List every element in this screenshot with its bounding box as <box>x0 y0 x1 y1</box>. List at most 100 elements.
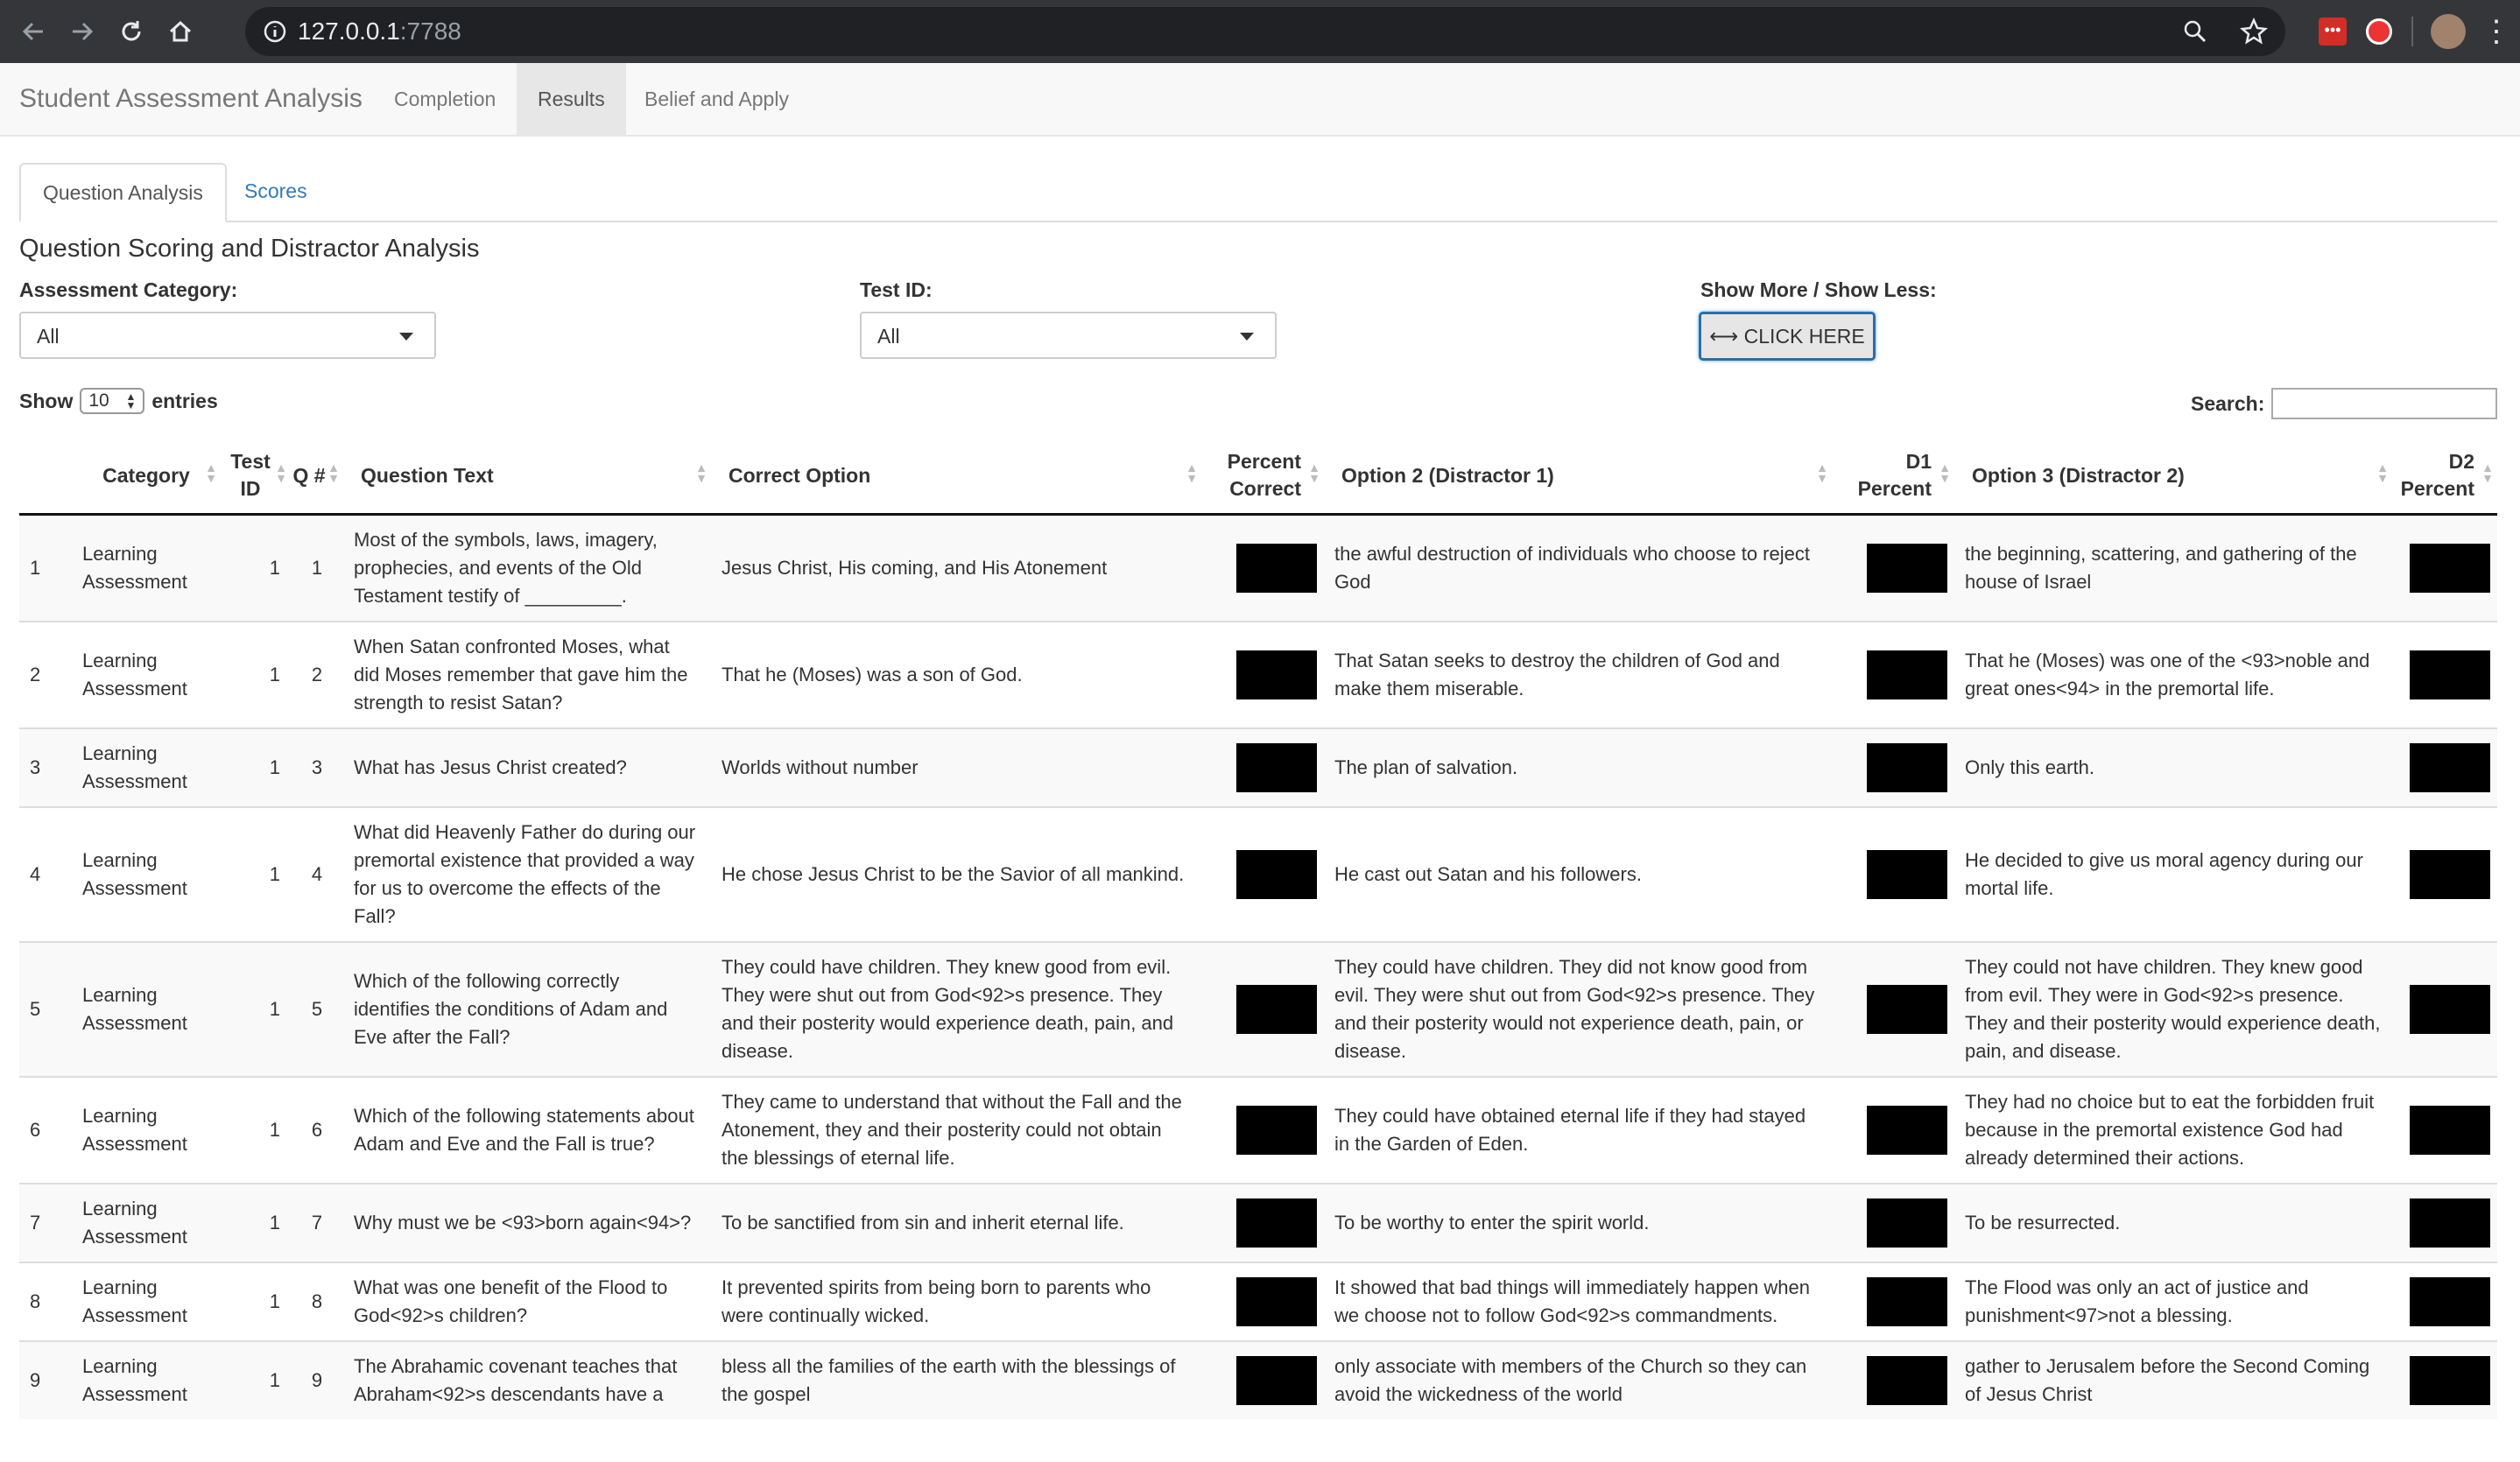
table-row[interactable]: 8 Learning Assessment 1 8 What was one benef… <box>19 1262 2497 1341</box>
col-q-number[interactable]: Q # ▲ ▼ <box>291 438 343 516</box>
forward-icon[interactable] <box>58 7 107 56</box>
col-index <box>19 438 72 516</box>
col-correct-option[interactable]: Correct Option ▲ ▼ <box>711 438 1201 516</box>
distractor-2-cell: The Flood was only an act of justice and… <box>1954 1262 2392 1341</box>
table-row[interactable]: 1 Learning Assessment 1 1 Most of the symbol… <box>19 513 2497 622</box>
table-row[interactable]: 5 Learning Assessment 1 5 Which of the follo… <box>19 941 2497 1077</box>
chevron-down-icon <box>399 333 413 341</box>
tab-scores[interactable]: Scores <box>222 163 329 219</box>
tab-question-analysis[interactable]: Question Analysis <box>19 163 227 222</box>
col-distractor-1[interactable]: Option 2 (Distractor 1) ▲ ▼ <box>1324 438 1832 516</box>
table-row[interactable]: 9 Learning Assessment 1 9 The Abrahamic cove… <box>19 1340 2497 1419</box>
redacted-value <box>2410 1198 2490 1248</box>
sort-icon: ▲ ▼ <box>2376 460 2389 485</box>
row-number: 8 <box>19 1262 72 1341</box>
redacted-value <box>1867 650 1947 699</box>
category-select[interactable]: All <box>19 312 436 359</box>
sort-icon: ▲ ▼ <box>275 460 287 485</box>
d2-percent-cell <box>2392 941 2497 1077</box>
app-navbar: Student Assessment Analysis Completion R… <box>0 63 2520 137</box>
percent-correct-cell <box>1201 941 1324 1077</box>
col-question-text[interactable]: Question Text ▲ ▼ <box>343 438 711 516</box>
row-number: 5 <box>19 941 72 1077</box>
distractor-1-cell: The plan of salvation. <box>1324 727 1832 807</box>
toolbar-divider <box>2411 17 2413 46</box>
info-icon[interactable] <box>263 19 287 44</box>
question-text-cell: What has Jesus Christ created? <box>343 727 711 807</box>
test-id-cell: 1 <box>221 513 291 622</box>
category-cell: Learning Assessment <box>72 1183 221 1262</box>
row-number: 3 <box>19 727 72 807</box>
menu-dots-icon[interactable]: ⋮ <box>2481 14 2511 49</box>
app-brand[interactable]: Student Assessment Analysis <box>19 63 363 135</box>
back-icon[interactable] <box>9 7 58 56</box>
sort-icon: ▲ ▼ <box>695 460 707 485</box>
url-text: 127.0.0.1:7788 <box>298 18 461 45</box>
correct-option-cell: Jesus Christ, His coming, and His Atonem… <box>711 513 1201 622</box>
q-number-cell: 6 <box>291 1076 343 1184</box>
distractor-1-cell: He cast out Satan and his followers. <box>1324 806 1832 942</box>
redacted-value <box>1236 1356 1317 1405</box>
row-number: 4 <box>19 806 72 942</box>
sort-icon: ▲ ▼ <box>327 460 340 485</box>
nav-completion[interactable]: Completion <box>373 63 517 135</box>
table-row[interactable]: 6 Learning Assessment 1 6 Which of the follo… <box>19 1076 2497 1184</box>
extension-record-icon[interactable] <box>2366 18 2392 45</box>
question-table: Category ▲ ▼ Test ID ▲ ▼ Q # ▲ ▼ Question Text… <box>19 438 2497 1419</box>
table-row[interactable]: 2 Learning Assessment 1 2 When Satan confron… <box>19 621 2497 728</box>
test-id-cell: 1 <box>221 806 291 942</box>
test-id-cell: 1 <box>221 1262 291 1341</box>
col-category[interactable]: Category ▲ ▼ <box>72 438 221 516</box>
address-bar[interactable]: 127.0.0.1:7788 <box>245 7 2285 56</box>
col-d2-percent[interactable]: D2 Percent ▲ ▼ <box>2392 438 2497 516</box>
d1-percent-cell <box>1832 513 1954 622</box>
d2-percent-cell <box>2392 1262 2497 1341</box>
q-number-cell: 3 <box>291 727 343 807</box>
show-label: Show <box>19 389 74 412</box>
sort-icon: ▲ ▼ <box>1939 460 1951 485</box>
redacted-value <box>2410 1356 2490 1405</box>
entries-select[interactable]: 10 ▲ ▼ <box>80 388 145 414</box>
category-cell: Learning Assessment <box>72 513 221 622</box>
redacted-value <box>1236 650 1317 699</box>
redacted-value <box>2410 985 2490 1034</box>
d1-percent-cell <box>1832 1076 1954 1184</box>
search-input[interactable] <box>2271 388 2497 419</box>
bookmark-star-icon[interactable] <box>2240 18 2268 46</box>
q-number-cell: 1 <box>291 513 343 622</box>
redacted-value <box>2410 743 2490 792</box>
show-more-button[interactable]: ⟷ CLICK HERE <box>1699 312 1876 361</box>
avatar[interactable] <box>2431 14 2466 49</box>
d1-percent-cell <box>1832 1183 1954 1262</box>
nav-belief-and-apply[interactable]: Belief and Apply <box>623 63 810 135</box>
table-row[interactable]: 3 Learning Assessment 1 3 What has Jesus Chr… <box>19 727 2497 807</box>
test-id-cell: 1 <box>221 621 291 728</box>
browser-toolbar: 127.0.0.1:7788 ••• ⋮ <box>0 0 2520 63</box>
question-text-cell: When Satan confronted Moses, what did Mo… <box>343 621 711 728</box>
question-text-cell: The Abrahamic covenant teaches that Abra… <box>343 1340 711 1419</box>
distractor-1-cell: They could have children. They did not k… <box>1324 941 1832 1077</box>
distractor-2-cell: gather to Jerusalem before the Second Co… <box>1954 1340 2392 1419</box>
showmore-label: Show More / Show Less: <box>1700 278 1937 301</box>
nav-results[interactable]: Results <box>517 63 626 135</box>
percent-correct-cell <box>1201 1183 1324 1262</box>
redacted-value <box>1236 1198 1317 1248</box>
testid-select[interactable]: All <box>860 312 1277 359</box>
distractor-2-cell: Only this earth. <box>1954 727 2392 807</box>
col-distractor-2[interactable]: Option 3 (Distractor 2) ▲ ▼ <box>1954 438 2392 516</box>
question-text-cell: What was one benefit of the Flood to God… <box>343 1262 711 1341</box>
extension-lastpass-icon[interactable]: ••• <box>2319 18 2347 46</box>
table-row[interactable]: 7 Learning Assessment 1 7 Why must we be <93… <box>19 1183 2497 1262</box>
col-percent-correct[interactable]: Percent Correct ▲ ▼ <box>1201 438 1324 516</box>
col-d1-percent[interactable]: D1 Percent ▲ ▼ <box>1832 438 1954 516</box>
entries-value: 10 <box>88 390 109 411</box>
table-row[interactable]: 4 Learning Assessment 1 4 What did Heavenly … <box>19 806 2497 942</box>
reload-icon[interactable] <box>107 7 156 56</box>
col-test-id[interactable]: Test ID ▲ ▼ <box>221 438 291 516</box>
zoom-icon[interactable] <box>2182 18 2208 45</box>
distractor-2-cell: That he (Moses) was one of the <93>noble… <box>1954 621 2392 728</box>
chevron-down-icon <box>1240 333 1254 341</box>
header-row: Category ▲ ▼ Test ID ▲ ▼ Q # ▲ ▼ Question Text… <box>19 438 2497 516</box>
percent-correct-cell <box>1201 513 1324 622</box>
home-icon[interactable] <box>156 7 205 56</box>
